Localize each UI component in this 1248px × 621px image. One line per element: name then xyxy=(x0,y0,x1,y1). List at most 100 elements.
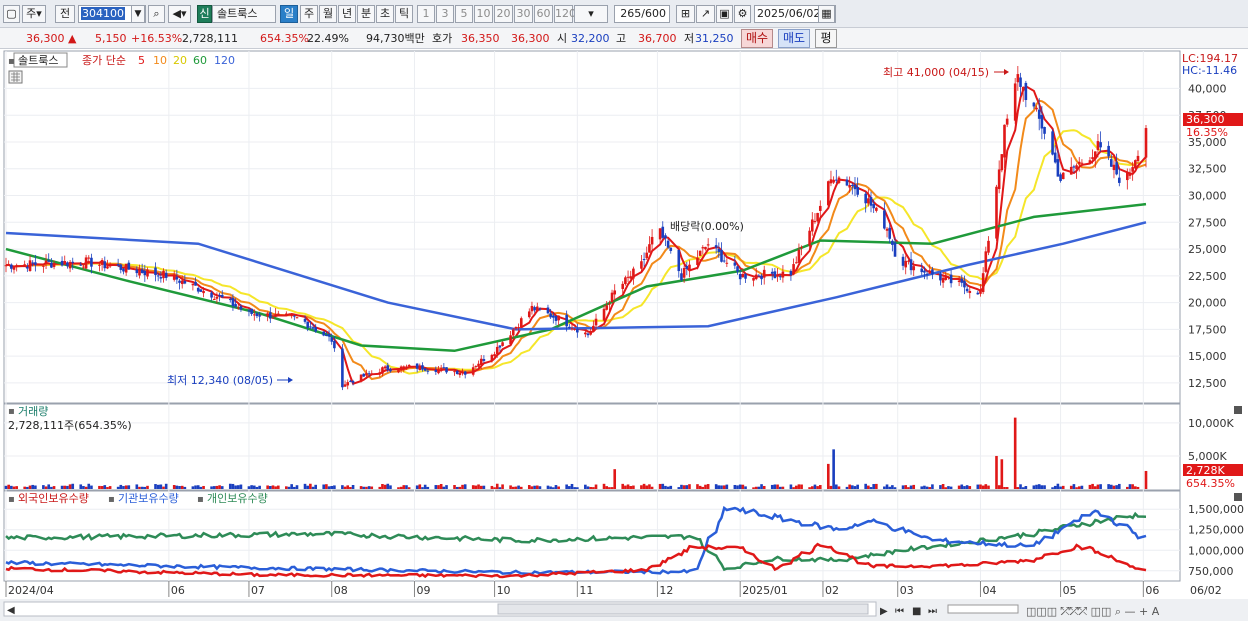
interval-5[interactable]: 5 xyxy=(455,5,473,23)
volume-bar xyxy=(498,487,502,489)
candle-body xyxy=(311,327,315,329)
play-icon[interactable]: ■ xyxy=(912,606,921,617)
chart-tools-icon[interactable]: ⊞ xyxy=(676,5,695,23)
candle-body xyxy=(610,292,614,303)
candle-body xyxy=(968,290,972,293)
ma10-legend: 10 xyxy=(153,54,167,67)
tab-year[interactable]: 년 xyxy=(338,5,356,23)
interval-1[interactable]: 1 xyxy=(417,5,435,23)
candle-body xyxy=(570,328,574,330)
volume-bar xyxy=(122,486,125,489)
average-button[interactable]: 평 xyxy=(815,29,837,48)
layout-icons[interactable]: ◫◫◫ ⤱⤱⤱ ◫◫ ⌕ — + A xyxy=(1026,605,1160,618)
volume-bar xyxy=(965,485,969,489)
search-icon[interactable]: ⌕ xyxy=(148,5,165,23)
prev-button[interactable]: 전 xyxy=(55,5,75,23)
volume-bar xyxy=(1061,485,1065,489)
scrollbar-thumb[interactable] xyxy=(497,603,869,615)
volume-bar xyxy=(527,485,531,489)
volume-bar xyxy=(255,486,259,489)
tab-day[interactable]: 일 xyxy=(280,5,298,23)
last-page-icon[interactable]: ⏭ xyxy=(928,606,937,617)
candle-body xyxy=(365,373,368,376)
candle-body xyxy=(178,280,181,283)
volume-bar xyxy=(210,486,213,489)
price-panel-stock-name: 솔트룩스 xyxy=(18,54,58,67)
credit-badge[interactable]: 신 xyxy=(197,5,212,23)
gear-icon[interactable]: ⚙ xyxy=(734,5,751,23)
candle-body xyxy=(535,306,539,312)
max-price-annotation: 최고 41,000 (04/15) xyxy=(883,66,989,79)
sell-button[interactable]: 매도 xyxy=(778,29,810,48)
volume-bar xyxy=(925,486,929,489)
volume-bar xyxy=(856,484,859,489)
speaker-icon[interactable]: ◀▾ xyxy=(168,5,191,23)
candle-body xyxy=(1072,166,1076,168)
tab-month[interactable]: 월 xyxy=(319,5,337,23)
volume-bar xyxy=(1117,483,1121,489)
count-field[interactable]: 265/600 xyxy=(614,5,670,23)
volume-bar xyxy=(1000,459,1004,489)
interval-10[interactable]: 10 xyxy=(474,5,493,23)
period-main-select[interactable]: 주▾ xyxy=(22,5,46,23)
first-page-icon[interactable]: ⏮ xyxy=(895,606,904,617)
holding-close-icon[interactable] xyxy=(1234,493,1242,501)
volume-bar xyxy=(1093,486,1097,489)
x-tick-label: 06 xyxy=(1145,584,1159,597)
candle-body xyxy=(269,312,272,319)
candle-body xyxy=(781,271,785,278)
zoom-slider[interactable] xyxy=(947,604,1019,614)
interval-20[interactable]: 20 xyxy=(494,5,513,23)
volume-bar xyxy=(314,484,317,489)
tab-week[interactable]: 주 xyxy=(300,5,318,23)
volume-bar xyxy=(907,487,910,489)
candle-body xyxy=(293,315,296,317)
stock-name-field[interactable]: 솔트룩스 xyxy=(212,5,276,23)
interval-120[interactable]: 120 xyxy=(554,5,576,23)
turnover-rate: 22.49% xyxy=(307,32,349,45)
save-icon[interactable]: ▣ xyxy=(716,5,733,23)
interval-30[interactable]: 30 xyxy=(514,5,533,23)
candle-body xyxy=(568,326,571,328)
crosshair-icon[interactable]: ↗ xyxy=(696,5,715,23)
volume-bar xyxy=(501,484,504,489)
buy-button[interactable]: 매수 xyxy=(741,29,773,48)
x-tick-label: 07 xyxy=(251,584,265,597)
candle-body xyxy=(479,358,483,365)
volume-bar xyxy=(381,483,384,489)
candle-body xyxy=(434,369,438,372)
volume-bar xyxy=(661,483,665,489)
volume-bar xyxy=(568,486,571,489)
volume-panel-title: 거래량 xyxy=(18,405,48,418)
volume-panel[interactable] xyxy=(3,403,1181,491)
tab-minute[interactable]: 분 xyxy=(357,5,375,23)
volume-bar xyxy=(1013,417,1017,489)
candle-body xyxy=(1059,174,1062,181)
chevron-down-icon[interactable]: ▼ xyxy=(131,5,145,23)
calendar-icon[interactable]: ▦ xyxy=(818,5,835,23)
candle-body xyxy=(661,226,665,238)
volume-bar xyxy=(71,483,75,489)
candle-body xyxy=(1053,152,1057,163)
tab-second[interactable]: 초 xyxy=(376,5,394,23)
interval-60[interactable]: 60 xyxy=(534,5,553,23)
interval-3[interactable]: 3 xyxy=(436,5,454,23)
scroll-left-icon[interactable]: ◀ xyxy=(7,605,15,616)
x-tick-label: 2025/01 xyxy=(742,584,788,597)
volume-bar xyxy=(738,484,742,489)
candle-body xyxy=(696,257,699,266)
volume-bar xyxy=(63,485,67,489)
volume-bar xyxy=(621,483,625,489)
volume-bar xyxy=(15,486,18,489)
scroll-right-icon[interactable]: ▶ xyxy=(880,606,888,617)
window-icon[interactable]: ▢ xyxy=(3,5,20,23)
candle-body xyxy=(325,335,328,337)
count-current: 265 xyxy=(620,7,642,20)
candle-body xyxy=(800,246,803,248)
candle-body xyxy=(527,311,531,318)
interval-custom-input[interactable]: ▾ xyxy=(574,5,608,23)
candle-body xyxy=(864,193,867,204)
volume-bar xyxy=(778,486,782,489)
volume-close-icon[interactable] xyxy=(1234,406,1242,414)
tab-tick[interactable]: 틱 xyxy=(395,5,413,23)
